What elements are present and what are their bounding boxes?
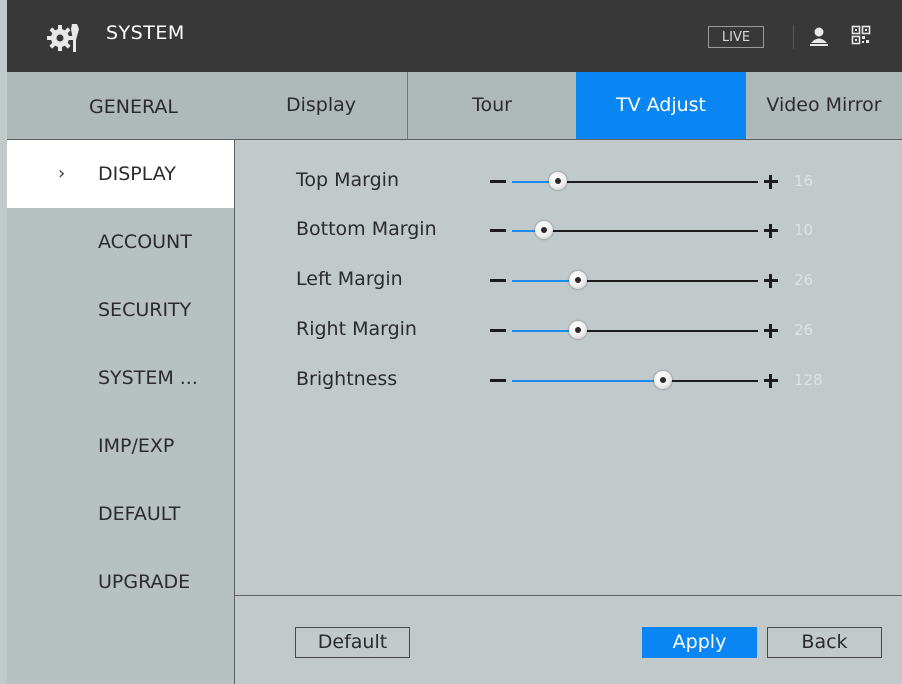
gear-icon xyxy=(47,24,79,52)
left-margin-slider-handle[interactable] xyxy=(569,271,587,289)
brightness-label: Brightness xyxy=(296,368,398,390)
tab-tour[interactable]: Tour xyxy=(408,72,576,139)
chevron-right-icon: › xyxy=(58,163,66,184)
left-margin-increase-button-vbar[interactable] xyxy=(769,274,772,288)
sidebar-item-display[interactable]: › DISPLAY xyxy=(7,140,234,208)
right-margin-label: Right Margin xyxy=(296,318,417,340)
sidebar-item-label: IMP/EXP xyxy=(98,435,175,457)
sidebar-item-imp-exp[interactable]: IMP/EXP xyxy=(7,412,234,480)
brightness-track[interactable] xyxy=(663,380,758,382)
sidebar-item-label: DISPLAY xyxy=(98,163,176,185)
tab-tv-adjust[interactable]: TV Adjust xyxy=(576,72,746,139)
left-margin-value: 26 xyxy=(794,271,814,289)
tab-display[interactable]: Display xyxy=(235,72,408,139)
live-button[interactable]: LIVE xyxy=(708,26,764,48)
top-margin-increase-button-vbar[interactable] xyxy=(769,175,772,189)
sidebar-item-upgrade[interactable]: UPGRADE xyxy=(7,548,234,616)
bottom-margin-decrease-button[interactable] xyxy=(490,229,506,232)
right-margin-track[interactable] xyxy=(578,330,758,332)
brightness-value: 128 xyxy=(794,371,823,389)
user-icon[interactable] xyxy=(810,26,828,46)
brightness-slider-handle[interactable] xyxy=(654,371,672,389)
sidebar-item-label: UPGRADE xyxy=(98,571,191,593)
sidebar-item-label: SYSTEM ... xyxy=(98,367,198,389)
top-margin-value: 16 xyxy=(794,172,814,190)
sidebar-item-system[interactable]: SYSTEM ... xyxy=(7,344,234,412)
qr-code-icon[interactable] xyxy=(851,25,871,45)
section-label-general: GENERAL xyxy=(89,96,178,118)
bottom-margin-track[interactable] xyxy=(544,230,758,232)
right-margin-slider-handle[interactable] xyxy=(569,321,587,339)
bottom-margin-label: Bottom Margin xyxy=(296,218,437,240)
tab-video-mirror[interactable]: Video Mirror xyxy=(746,72,902,139)
right-margin-increase-button-vbar[interactable] xyxy=(769,324,772,338)
right-margin-value: 26 xyxy=(794,321,814,339)
footer-divider xyxy=(235,595,902,596)
sidebar-item-label: ACCOUNT xyxy=(98,231,192,253)
sidebar-item-security[interactable]: SECURITY xyxy=(7,276,234,344)
top-margin-label: Top Margin xyxy=(296,169,399,191)
top-margin-track[interactable] xyxy=(558,181,758,183)
page-title: SYSTEM xyxy=(106,22,185,44)
top-margin-decrease-button[interactable] xyxy=(490,180,506,183)
sidebar-item-label: SECURITY xyxy=(98,299,192,321)
left-margin-decrease-button[interactable] xyxy=(490,279,506,282)
right-margin-decrease-button[interactable] xyxy=(490,329,506,332)
left-margin-track[interactable] xyxy=(578,280,758,282)
top-margin-slider-handle[interactable] xyxy=(549,172,567,190)
bottom-margin-value: 10 xyxy=(794,221,814,239)
brightness-decrease-button[interactable] xyxy=(490,379,506,382)
bottom-margin-slider-handle[interactable] xyxy=(535,221,553,239)
header-divider xyxy=(793,25,794,49)
default-button[interactable]: Default xyxy=(295,627,410,658)
brightness-track-filled xyxy=(512,380,663,382)
left-margin-label: Left Margin xyxy=(296,268,403,290)
sidebar-item-account[interactable]: ACCOUNT xyxy=(7,208,234,276)
sidebar-item-default[interactable]: DEFAULT xyxy=(7,480,234,548)
sidebar-item-label: DEFAULT xyxy=(98,503,181,525)
apply-button[interactable]: Apply xyxy=(642,627,757,658)
back-button[interactable]: Back xyxy=(767,627,882,658)
brightness-increase-button-vbar[interactable] xyxy=(769,374,772,388)
sidebar-divider xyxy=(234,140,235,684)
bottom-margin-increase-button-vbar[interactable] xyxy=(769,224,772,238)
